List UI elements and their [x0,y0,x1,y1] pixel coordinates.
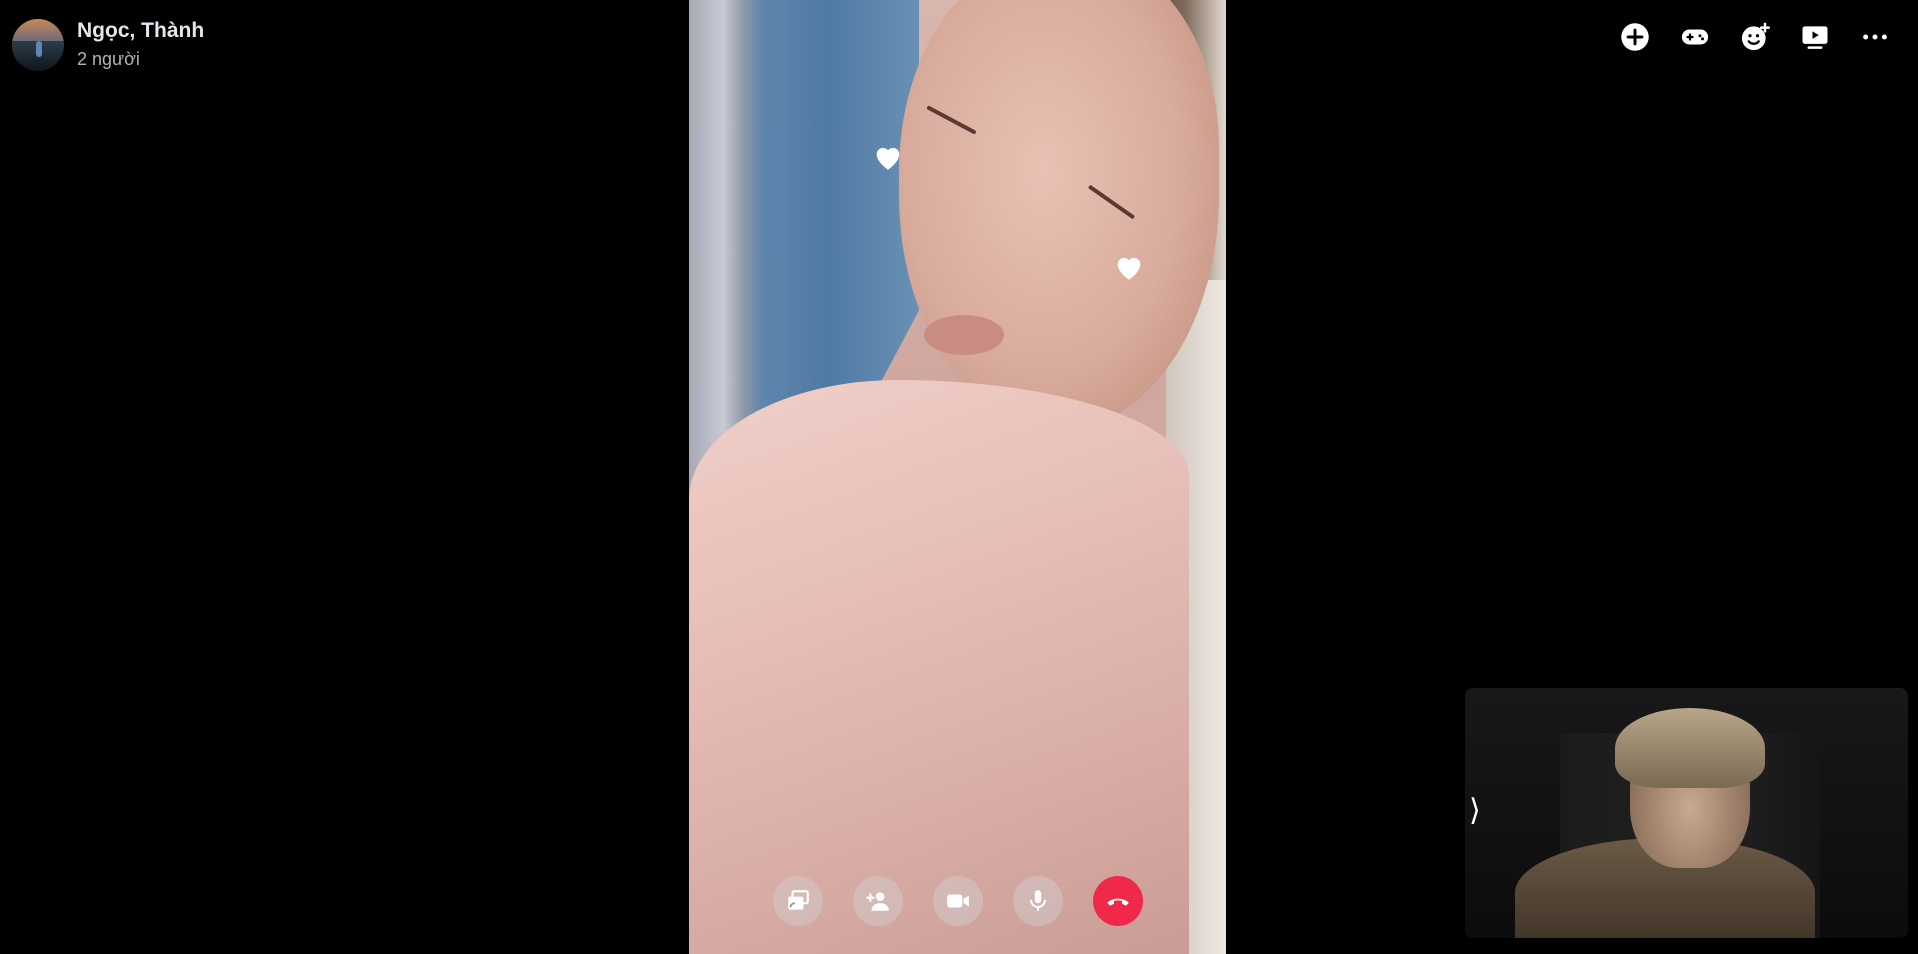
video-camera-icon [947,894,969,908]
more-icon [1863,34,1887,40]
remote-video [689,0,1226,954]
more-options-button[interactable] [1856,18,1894,56]
blanket-region [689,380,1189,954]
game-icon [1681,29,1709,45]
add-icon [1621,23,1649,51]
top-actions-bar [1616,18,1894,56]
add-emoji-icon [1741,22,1770,51]
add-button[interactable] [1616,18,1654,56]
watch-together-button[interactable] [1796,18,1834,56]
add-person-icon [866,892,889,911]
video-toggle-button[interactable] [933,876,983,926]
share-screen-button[interactable] [773,876,823,926]
group-avatar[interactable] [12,19,64,71]
participant-count: 2 người [77,49,140,69]
collapse-self-view-icon[interactable]: ⟩ [1469,796,1481,826]
call-title: Ngọc, Thành [77,19,205,42]
end-call-button[interactable] [1093,876,1143,926]
share-screen-icon [788,890,809,910]
heart-effect-icon [1117,257,1141,280]
call-controls [773,876,1143,926]
heart-effect-icon [876,147,900,170]
end-call-icon [1107,898,1129,906]
microphone-toggle-button[interactable] [1013,876,1063,926]
self-video-preview[interactable]: ⟩ [1465,688,1908,938]
effects-button[interactable] [1736,18,1774,56]
games-button[interactable] [1676,18,1714,56]
microphone-icon [1029,890,1047,911]
add-person-button[interactable] [853,876,903,926]
watch-together-icon [1802,26,1828,49]
